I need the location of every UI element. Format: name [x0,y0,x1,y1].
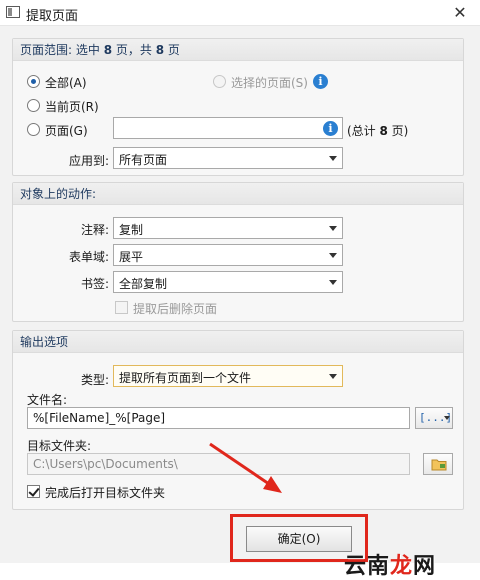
title-bar: 提取页面 ✕ [0,0,480,26]
app-icon [6,6,20,18]
watermark-part-c: 网 [413,554,437,579]
ok-button[interactable]: 确定(O) [246,526,352,552]
watermark-part-b: 龙 [390,554,414,579]
window-title: 提取页面 [26,9,79,24]
dialog-body: 页面范围: 选中 8 页，共 8 页 全部(A) 选择的页面(S) i 当前页(… [0,26,480,579]
watermark-part-a: 云南 [344,554,391,579]
close-button[interactable]: ✕ [440,0,480,26]
watermark-logo: 云南龙网 [344,548,436,580]
annotation-arrow-icon [209,442,282,493]
